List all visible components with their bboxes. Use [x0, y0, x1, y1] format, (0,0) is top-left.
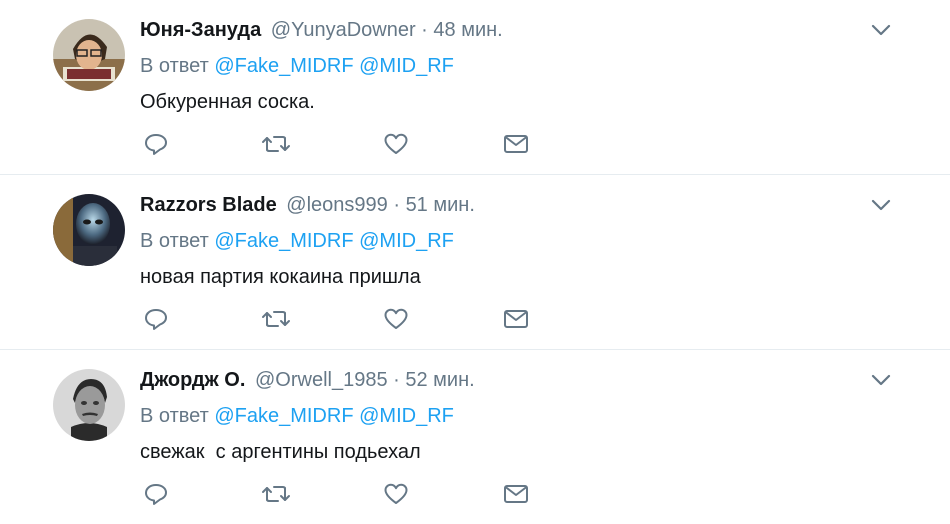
chevron-down-icon[interactable]	[868, 370, 894, 390]
tweet-text: свежак с аргентины подьехал	[140, 441, 421, 463]
mention-link[interactable]: @MID_RF	[359, 55, 454, 77]
like-button[interactable]	[378, 476, 414, 512]
chevron-down-icon[interactable]	[868, 195, 894, 215]
tweet-text: новая партия кокаина пришла	[140, 266, 421, 288]
timestamp[interactable]: 52 мин.	[405, 369, 474, 391]
mention-link[interactable]: @Fake_MIDRF	[214, 230, 353, 252]
retweet-icon	[262, 486, 290, 502]
author-handle[interactable]: @Orwell_1985	[255, 369, 388, 391]
tweet[interactable]: Юня-Зануда @YunyaDowner · 48 мин. В отве…	[0, 0, 950, 175]
avatar[interactable]	[53, 19, 125, 91]
tweet-text: Обкуренная соска.	[140, 91, 315, 113]
chevron-down-icon[interactable]	[868, 20, 894, 40]
tweet-actions	[140, 301, 560, 337]
tweet-header: Razzors Blade @leons999 · 51 мин.	[140, 193, 475, 217]
reply-context: В ответ @Fake_MIDRF @MID_RF	[140, 54, 454, 78]
heart-icon	[384, 483, 408, 504]
author-handle[interactable]: @leons999	[286, 194, 387, 216]
separator: ·	[393, 369, 400, 391]
tweet[interactable]: Джордж О. @Orwell_1985 · 52 мин. В ответ…	[0, 350, 950, 524]
timestamp[interactable]: 48 мин.	[433, 19, 502, 41]
author-handle[interactable]: @YunyaDowner	[271, 19, 416, 41]
author-name[interactable]: Джордж О.	[140, 369, 245, 391]
retweet-button[interactable]	[258, 301, 294, 337]
dm-button[interactable]	[498, 126, 534, 162]
dm-button[interactable]	[498, 476, 534, 512]
tweet-header: Джордж О. @Orwell_1985 · 52 мин.	[140, 368, 475, 392]
like-button[interactable]	[378, 301, 414, 337]
reply-icon	[145, 134, 167, 155]
heart-icon	[384, 308, 408, 329]
reply-prefix: В ответ	[140, 230, 209, 252]
tweet-header: Юня-Зануда @YunyaDowner · 48 мин.	[140, 18, 503, 42]
reply-button[interactable]	[138, 301, 174, 337]
tweet[interactable]: Razzors Blade @leons999 · 51 мин. В отве…	[0, 175, 950, 350]
mention-link[interactable]: @Fake_MIDRF	[214, 55, 353, 77]
reply-icon	[145, 484, 167, 505]
retweet-button[interactable]	[258, 126, 294, 162]
reply-button[interactable]	[138, 126, 174, 162]
tweet-actions	[140, 476, 560, 512]
reply-context: В ответ @Fake_MIDRF @MID_RF	[140, 229, 454, 253]
author-name[interactable]: Юня-Зануда	[140, 19, 261, 41]
retweet-icon	[262, 136, 290, 152]
tweet-actions	[140, 126, 560, 162]
avatar[interactable]	[53, 194, 125, 266]
envelope-icon	[504, 135, 528, 153]
separator: ·	[393, 194, 400, 216]
heart-icon	[384, 133, 408, 154]
retweet-icon	[262, 311, 290, 327]
avatar[interactable]	[53, 369, 125, 441]
reply-button[interactable]	[138, 476, 174, 512]
reply-prefix: В ответ	[140, 405, 209, 427]
reply-prefix: В ответ	[140, 55, 209, 77]
reply-context: В ответ @Fake_MIDRF @MID_RF	[140, 404, 454, 428]
tweet-list: Юня-Зануда @YunyaDowner · 48 мин. В отве…	[0, 0, 950, 524]
mention-link[interactable]: @Fake_MIDRF	[214, 405, 353, 427]
timestamp[interactable]: 51 мин.	[406, 194, 475, 216]
envelope-icon	[504, 485, 528, 503]
dm-button[interactable]	[498, 301, 534, 337]
like-button[interactable]	[378, 126, 414, 162]
envelope-icon	[504, 310, 528, 328]
retweet-button[interactable]	[258, 476, 294, 512]
separator: ·	[421, 19, 428, 41]
reply-icon	[145, 309, 167, 330]
mention-link[interactable]: @MID_RF	[359, 230, 454, 252]
mention-link[interactable]: @MID_RF	[359, 405, 454, 427]
author-name[interactable]: Razzors Blade	[140, 194, 277, 216]
